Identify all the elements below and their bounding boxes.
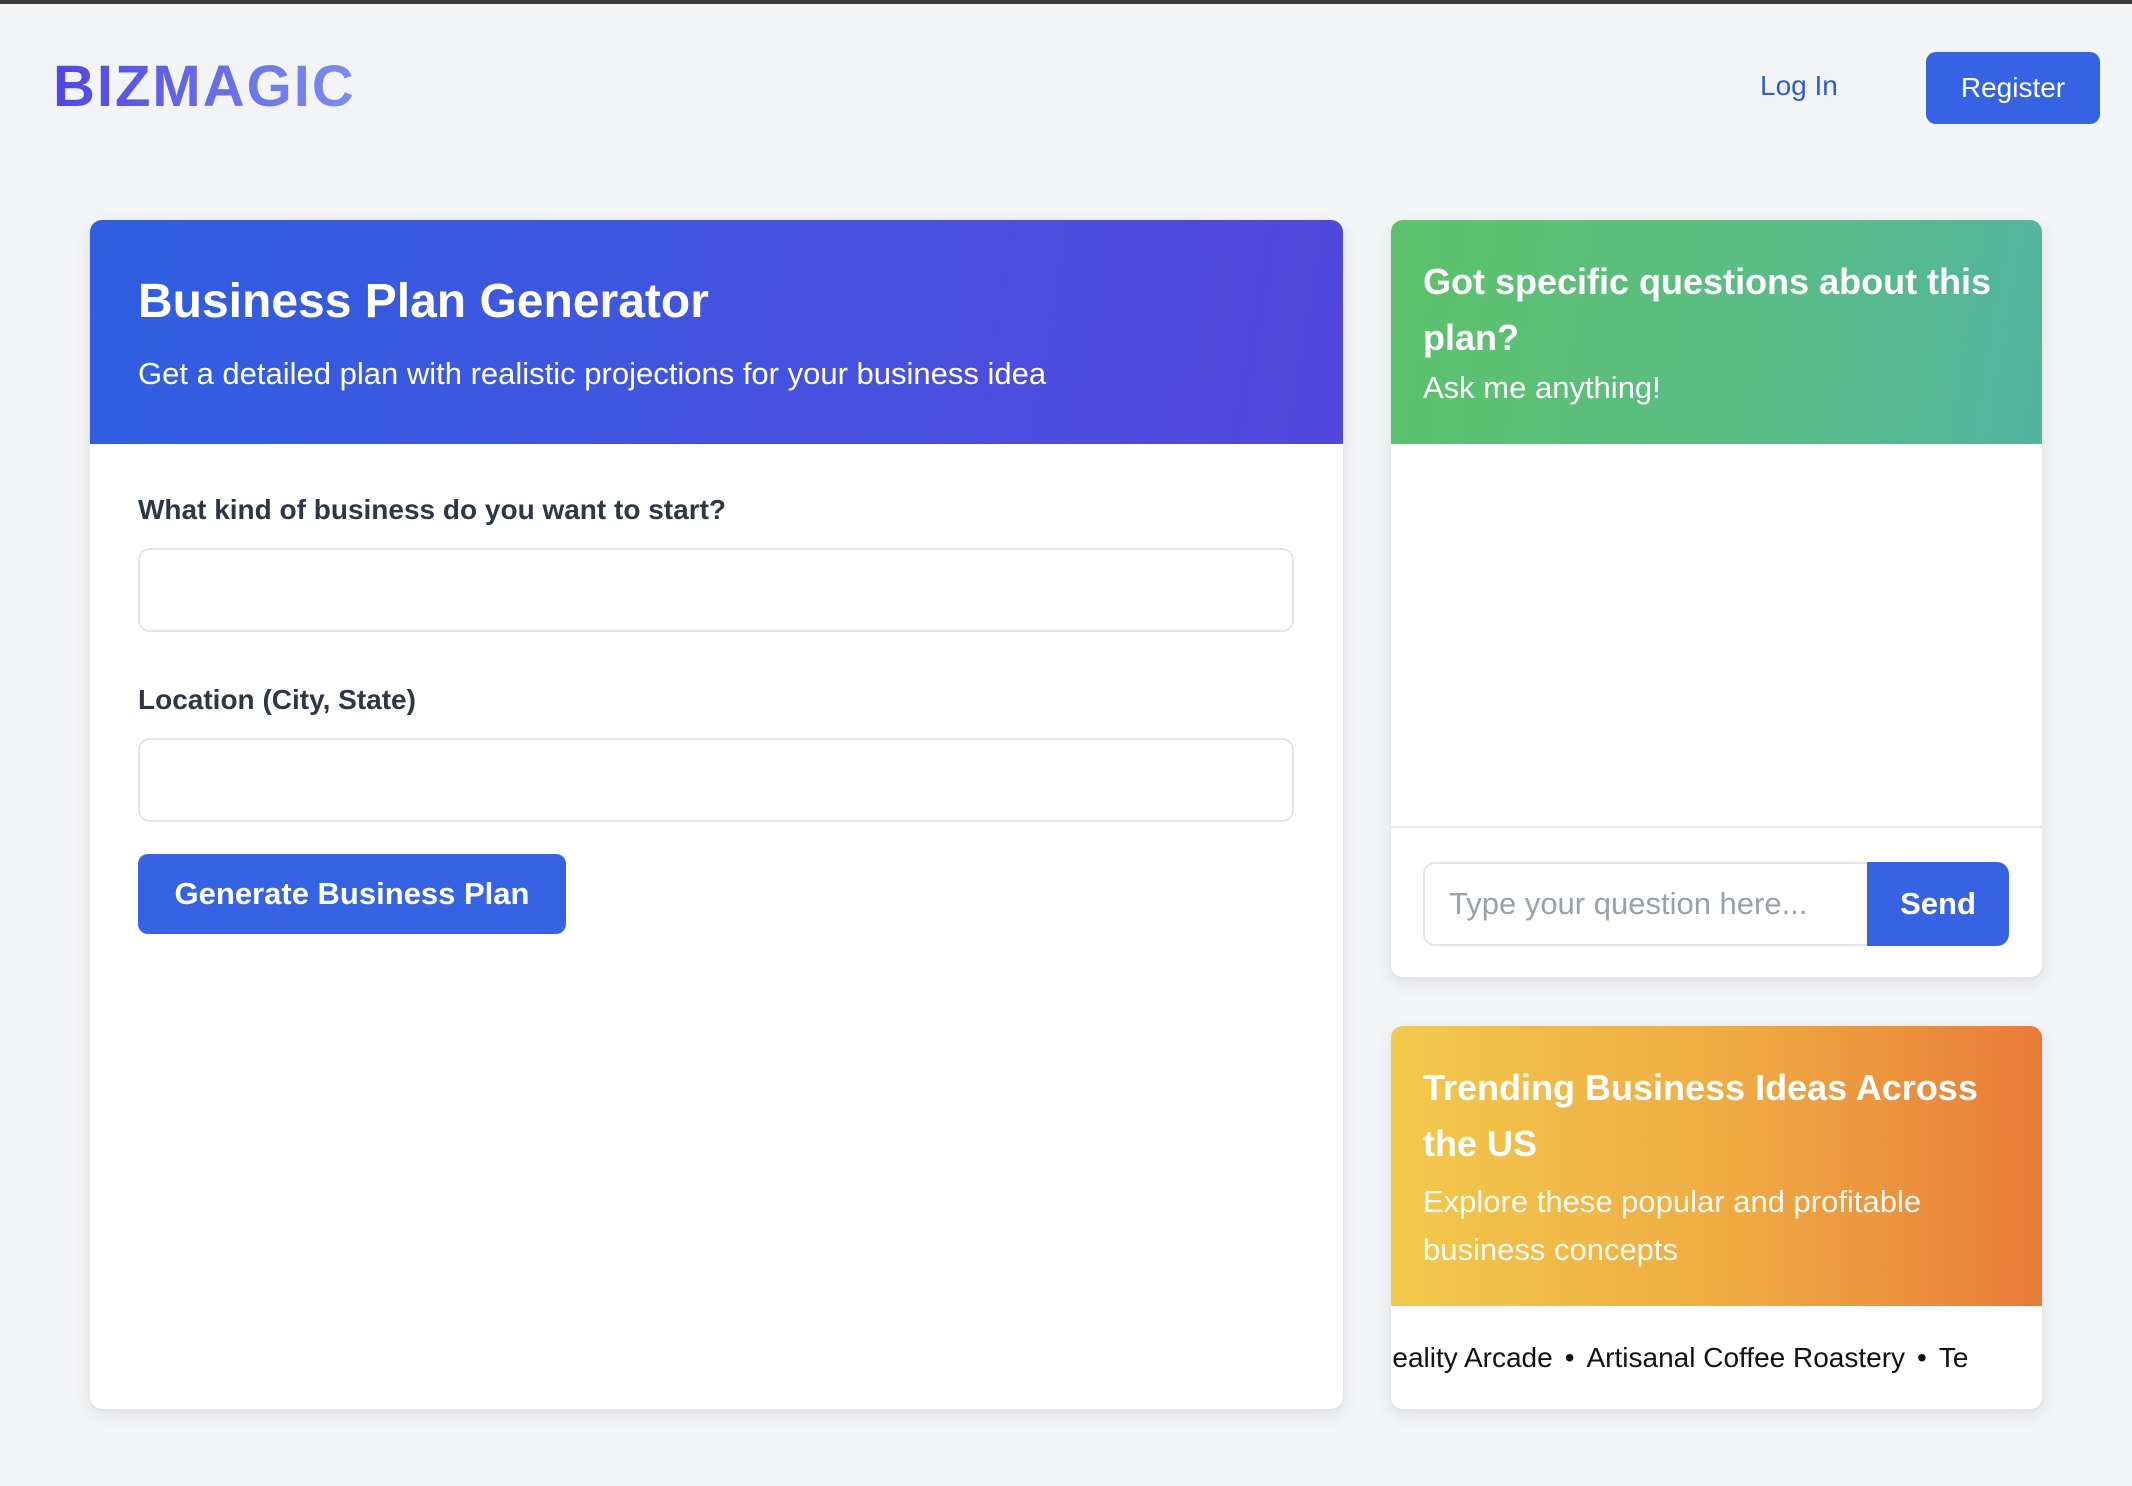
generator-form: What kind of business do you want to sta… — [90, 444, 1343, 934]
generator-card: Business Plan Generator Get a detailed p… — [90, 220, 1343, 1409]
window-top-border — [0, 0, 2132, 4]
ticker-item[interactable]: Te — [1939, 1338, 1969, 1378]
trending-ticker: ual Reality Arcade • Artisanal Coffee Ro… — [1391, 1306, 2042, 1409]
generator-header: Business Plan Generator Get a detailed p… — [90, 220, 1343, 444]
business-type-label: What kind of business do you want to sta… — [138, 494, 727, 525]
chat-subtitle: Ask me anything! — [1423, 370, 1661, 405]
chat-header: Got specific questions about this plan? … — [1391, 220, 2042, 444]
ticker-separator: • — [1564, 1342, 1575, 1373]
chat-title: Got specific questions about this plan? — [1423, 261, 1992, 358]
generate-plan-button[interactable]: Generate Business Plan — [138, 854, 566, 934]
chat-messages-area — [1391, 444, 2042, 828]
register-button[interactable]: Register — [1926, 52, 2100, 124]
chat-card: Got specific questions about this plan? … — [1391, 220, 2042, 977]
ticker-track: ual Reality Arcade • Artisanal Coffee Ro… — [1391, 1338, 1968, 1378]
send-button[interactable]: Send — [1867, 862, 2009, 946]
location-input[interactable] — [138, 738, 1294, 822]
ticker-separator: • — [1917, 1342, 1927, 1373]
chat-input-row: Send — [1423, 862, 2009, 946]
trending-header: Trending Business Ideas Across the US Ex… — [1391, 1026, 2042, 1306]
location-label: Location (City, State) — [138, 684, 416, 715]
trending-card: Trending Business Ideas Across the US Ex… — [1391, 1026, 2042, 1409]
logo[interactable]: BIZMAGIC — [53, 52, 356, 122]
trending-subtitle: Explore these popular and profitable bus… — [1423, 1184, 1922, 1267]
generator-subtitle: Get a detailed plan with realistic proje… — [138, 356, 1047, 391]
generator-title: Business Plan Generator — [138, 275, 709, 328]
ticker-item[interactable]: ual Reality Arcade — [1391, 1338, 1553, 1378]
trending-title: Trending Business Ideas Across the US — [1423, 1067, 1978, 1164]
business-type-input[interactable] — [138, 548, 1294, 632]
login-link[interactable]: Log In — [1760, 66, 1838, 106]
chat-question-input[interactable] — [1423, 862, 1867, 946]
ticker-item[interactable]: Artisanal Coffee Roastery — [1587, 1338, 1906, 1378]
